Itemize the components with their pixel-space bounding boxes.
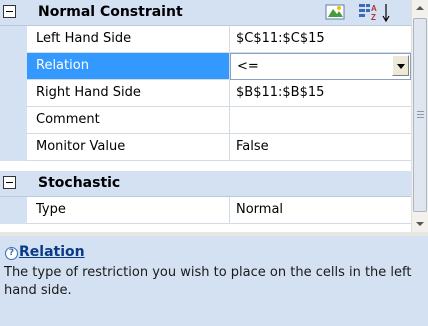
- scroll-up-icon[interactable]: [416, 6, 424, 10]
- property-grid: Normal Constraint A Z Left Hand Side $C$…: [0, 0, 428, 232]
- property-row-type[interactable]: Type Normal: [0, 197, 411, 224]
- dropdown-arrow-icon[interactable]: [392, 55, 409, 76]
- category-title: Normal Constraint: [38, 4, 183, 20]
- property-value: False: [236, 139, 269, 154]
- property-name: Monitor Value: [36, 139, 126, 154]
- category-normal-constraint[interactable]: Normal Constraint: [0, 0, 411, 26]
- scroll-thumb[interactable]: [413, 18, 427, 212]
- collapse-icon[interactable]: [3, 5, 16, 18]
- categorized-view-icon[interactable]: [325, 3, 345, 21]
- relation-select[interactable]: <=: [230, 53, 411, 80]
- property-row-monitor-value[interactable]: Monitor Value False: [0, 134, 411, 161]
- help-description: The type of restriction you wish to plac…: [4, 265, 412, 298]
- help-panel: ? Relation The type of restriction you w…: [0, 232, 428, 326]
- property-row-comment[interactable]: Comment: [0, 107, 411, 134]
- property-value: $B$11:$B$15: [236, 85, 325, 100]
- property-value: Normal: [236, 202, 284, 217]
- scroll-down-icon[interactable]: [416, 222, 424, 226]
- property-value: <=: [237, 59, 259, 74]
- vertical-scrollbar[interactable]: [411, 0, 428, 232]
- help-icon: ?: [5, 247, 18, 260]
- svg-text:A: A: [371, 4, 377, 13]
- category-stochastic[interactable]: Stochastic: [0, 171, 411, 197]
- help-title: Relation: [19, 244, 85, 260]
- property-name: Type: [36, 202, 66, 217]
- collapse-icon[interactable]: [3, 176, 16, 189]
- property-value: $C$11:$C$15: [236, 31, 325, 46]
- property-name: Comment: [36, 112, 100, 127]
- sort-arrow-icon: [382, 4, 390, 23]
- alphabetical-sort-icon[interactable]: A Z: [358, 2, 380, 22]
- property-row-right-hand-side[interactable]: Right Hand Side $B$11:$B$15: [0, 80, 411, 107]
- property-name: Right Hand Side: [36, 85, 141, 100]
- property-row-left-hand-side[interactable]: Left Hand Side $C$11:$C$15: [0, 26, 411, 53]
- property-name: Relation: [36, 58, 89, 73]
- svg-text:Z: Z: [371, 13, 376, 22]
- property-row-relation[interactable]: Relation <=: [0, 53, 411, 80]
- category-title: Stochastic: [38, 175, 121, 191]
- property-name: Left Hand Side: [36, 31, 132, 46]
